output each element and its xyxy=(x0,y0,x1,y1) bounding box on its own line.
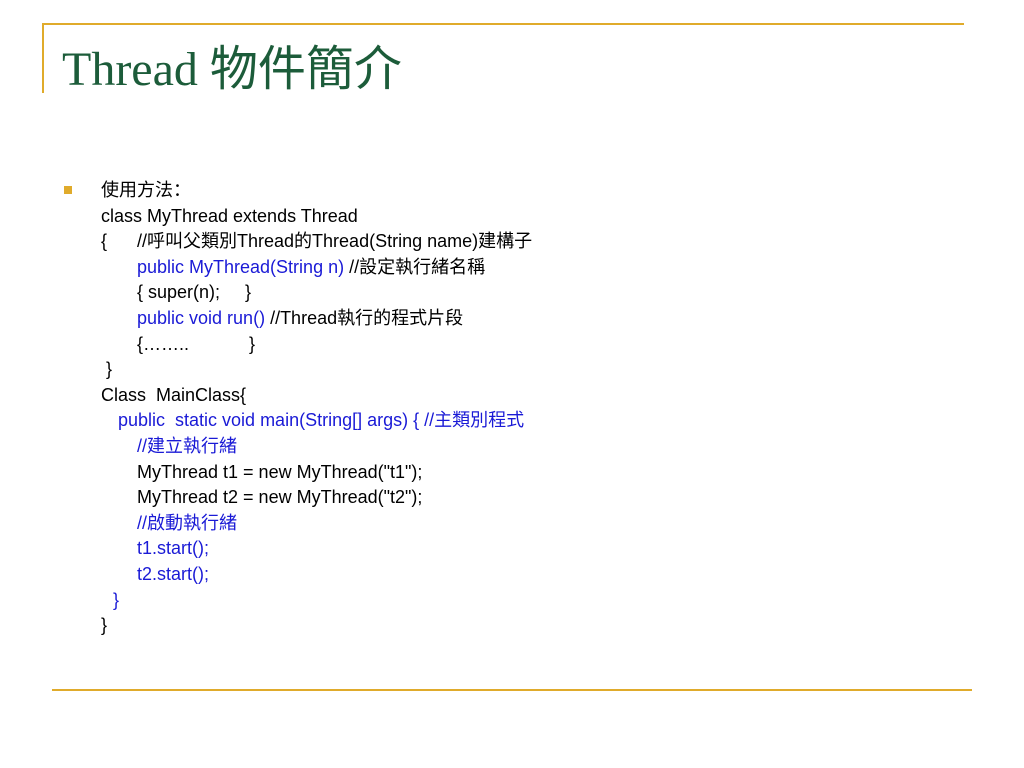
code-segment: { super(n); } xyxy=(137,282,252,303)
code-line: { //呼叫父類別Thread的Thread(String name)建構子 xyxy=(101,229,532,254)
code-segment: } xyxy=(113,589,120,610)
code-segment: class MyThread extends Thread xyxy=(101,205,358,226)
code-segment: } xyxy=(101,359,113,380)
code-line: t2.start(); xyxy=(137,562,209,587)
code-line: //啟動執行緒 xyxy=(137,511,237,536)
code-segment: { //呼叫父類別Thread的Thread(String name)建構子 xyxy=(101,231,533,252)
code-segment: t2.start(); xyxy=(137,564,210,584)
code-line: public static void main(String[] args) {… xyxy=(118,408,524,433)
code-segment: 使用方法： xyxy=(101,180,191,200)
code-segment: //設定執行緒名稱 xyxy=(349,256,486,277)
code-line: public MyThread(String n) //設定執行緒名稱 xyxy=(137,255,485,280)
bullet-icon xyxy=(64,186,72,194)
code-line: MyThread t1 = new MyThread("t1"); xyxy=(137,460,422,485)
code-line: //建立執行緒 xyxy=(137,434,237,459)
top-rule xyxy=(42,23,964,25)
code-line: } xyxy=(101,613,107,638)
code-segment: } xyxy=(101,615,108,636)
code-segment: public void run() xyxy=(137,308,271,328)
code-line: t1.start(); xyxy=(137,536,209,561)
code-segment: public static void main(String[] args) {… xyxy=(118,410,525,431)
code-line: MyThread t2 = new MyThread("t2"); xyxy=(137,485,422,510)
code-segment: //建立執行緒 xyxy=(137,436,238,456)
code-segment: t1.start(); xyxy=(137,538,210,559)
code-line: 使用方法： xyxy=(101,178,191,203)
code-segment: //Thread執行的程式片段 xyxy=(270,308,464,328)
code-segment: Class MainClass{ xyxy=(101,384,247,405)
code-line: } xyxy=(113,588,119,613)
code-line: public void run() //Thread執行的程式片段 xyxy=(137,306,463,331)
code-segment: MyThread t1 = new MyThread("t1"); xyxy=(137,461,423,482)
code-line: } xyxy=(101,357,112,382)
slide-title: Thread 物件簡介 xyxy=(62,43,402,96)
code-segment: {…….. } xyxy=(137,333,256,354)
code-line: class MyThread extends Thread xyxy=(101,204,358,229)
code-line: { super(n); } xyxy=(137,280,251,305)
code-segment: //啟動執行緒 xyxy=(137,512,238,533)
code-line: Class MainClass{ xyxy=(101,383,246,408)
code-segment: public MyThread(String n) xyxy=(137,256,350,277)
bottom-rule xyxy=(52,689,972,691)
code-segment: MyThread t2 = new MyThread("t2"); xyxy=(137,487,423,508)
left-rule xyxy=(42,23,44,93)
code-line: {…….. } xyxy=(137,332,255,357)
